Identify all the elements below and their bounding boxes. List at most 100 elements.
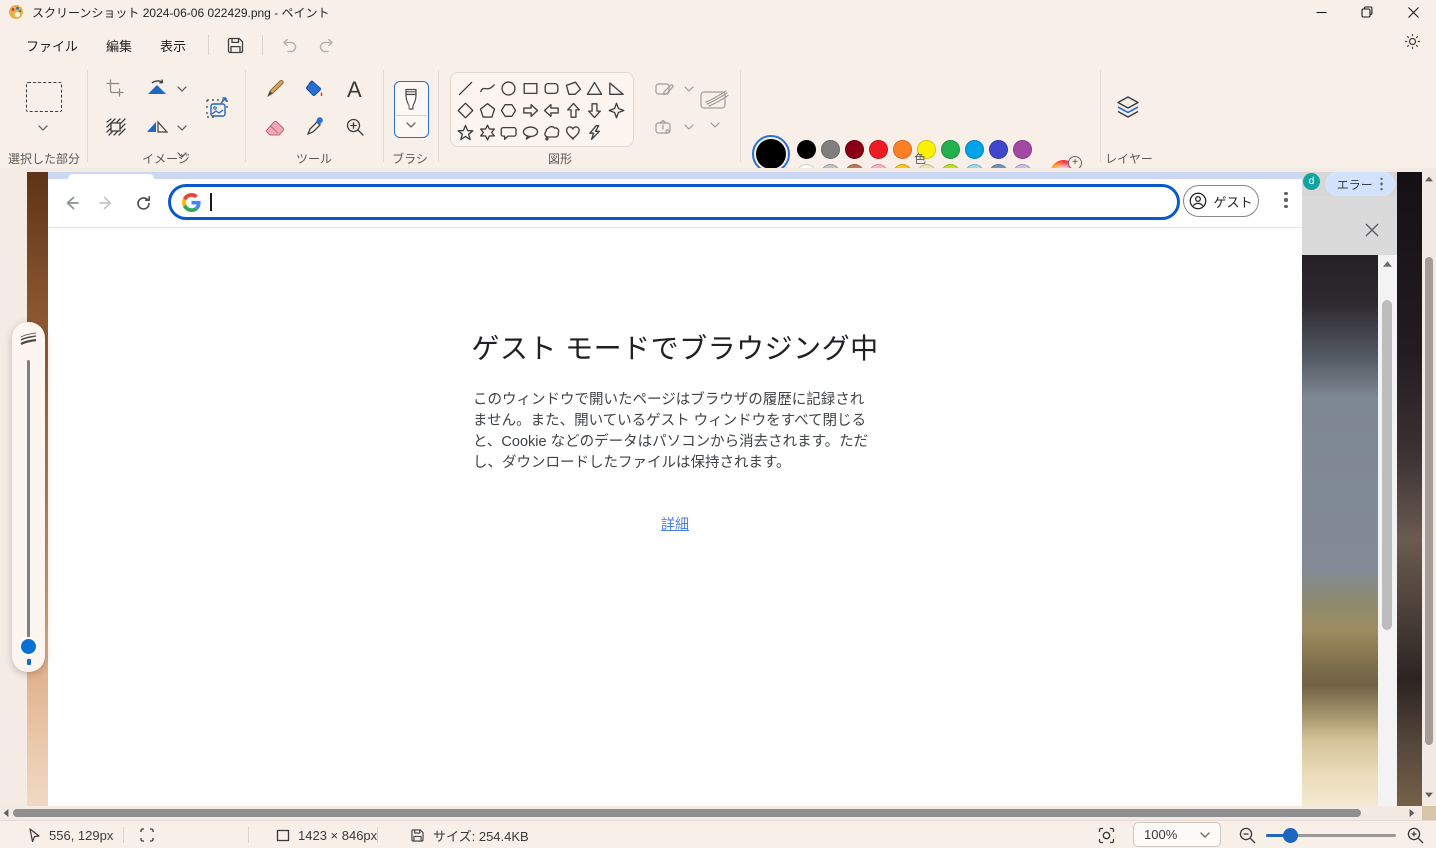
shape-thought-bubble-icon[interactable] (542, 122, 562, 142)
guest-page-heading: ゲスト モードでブラウジング中 (48, 327, 1302, 367)
scroll-up-icon[interactable] (1425, 176, 1433, 182)
shape-oval-bubble-icon[interactable] (520, 122, 540, 142)
close-button[interactable] (1390, 0, 1436, 24)
flip-icon[interactable] (146, 118, 168, 136)
menubar-separator (262, 35, 263, 55)
chrome-toolbar: ゲスト (48, 179, 1302, 228)
selection-rect-icon (26, 82, 62, 112)
zoom-slider-thumb[interactable] (1283, 828, 1298, 843)
zoom-out-button[interactable] (1238, 821, 1256, 848)
shapes-section-label: 図形 (548, 150, 572, 167)
shape-heart-icon[interactable] (563, 122, 583, 142)
shape-arrow-up-icon[interactable] (563, 100, 583, 120)
shape-five-point-star-icon[interactable] (456, 122, 476, 142)
horizontal-scroll-thumb[interactable] (13, 809, 1361, 817)
redo-button[interactable] (308, 31, 345, 60)
flip-chevron-icon[interactable] (177, 125, 187, 131)
shape-arrow-down-icon[interactable] (585, 100, 605, 120)
shape-speech-bubble-icon[interactable] (499, 122, 519, 142)
color-swatch[interactable] (989, 140, 1008, 159)
shape-ellipse-icon[interactable] (499, 78, 519, 98)
brush-button-divider (396, 115, 427, 116)
foreground-color-swatch[interactable] (756, 139, 786, 169)
selection-section-label: 選択した部分 (8, 150, 80, 167)
text-tool-icon[interactable]: A (347, 77, 362, 103)
color-swatch[interactable] (845, 140, 864, 159)
reload-icon (130, 190, 156, 216)
vertical-scrollbar[interactable] (1422, 168, 1436, 806)
shape-lightning-icon[interactable] (585, 122, 605, 142)
shape-rounded-rectangle-icon[interactable] (542, 78, 562, 98)
shape-hexagon-icon[interactable] (499, 100, 519, 120)
menu-file[interactable]: ファイル (12, 30, 92, 61)
zoom-in-button[interactable] (1406, 821, 1424, 848)
crop-icon[interactable] (106, 79, 124, 97)
undo-button[interactable] (271, 31, 308, 60)
thickness-slider-thumb[interactable] (21, 639, 36, 654)
shape-triangle-icon[interactable] (585, 78, 605, 98)
scroll-right-icon[interactable] (1409, 809, 1415, 817)
chrome-menu-kebab-icon (1274, 188, 1298, 212)
shape-arrow-right-icon[interactable] (520, 100, 540, 120)
brush-dropdown-chevron-icon[interactable] (406, 122, 416, 128)
tools-section-label: ツール (296, 150, 332, 167)
selection-dropdown-chevron-icon[interactable] (38, 125, 48, 131)
zoom-level-dropdown[interactable]: 100% (1133, 822, 1221, 847)
settings-gear-icon[interactable] (1403, 32, 1422, 51)
shape-rectangle-icon[interactable] (520, 78, 540, 98)
shape-curve-icon[interactable] (477, 78, 497, 98)
color-swatch[interactable] (893, 140, 912, 159)
background-tab-kebab-icon (1380, 178, 1383, 191)
shape-pentagon-icon[interactable] (477, 100, 497, 120)
selection-tool-button[interactable] (26, 82, 62, 112)
shape-polygon-icon[interactable] (563, 78, 583, 98)
magnifier-tool-icon[interactable] (345, 117, 365, 137)
shapes-grid (455, 77, 627, 143)
image-properties-icon[interactable] (204, 94, 232, 122)
pencil-tool-icon[interactable] (265, 79, 285, 99)
thickness-slider-tick (27, 659, 31, 665)
resize-icon[interactable] (106, 118, 126, 136)
vertical-scroll-thumb[interactable] (1425, 257, 1433, 745)
ribbon-separator (438, 70, 439, 162)
shape-arrow-left-icon[interactable] (542, 100, 562, 120)
statusbar-separator (377, 827, 378, 843)
color-swatch[interactable] (797, 140, 816, 159)
shape-line-icon[interactable] (456, 78, 476, 98)
color-swatch[interactable] (1013, 140, 1032, 159)
layers-icon[interactable] (1115, 94, 1141, 120)
menu-view[interactable]: 表示 (146, 30, 200, 61)
thickness-slider-panel (12, 322, 45, 672)
scroll-left-icon[interactable] (3, 809, 9, 817)
eraser-tool-icon[interactable] (264, 118, 286, 138)
thickness-slider-track[interactable] (27, 360, 30, 648)
color-swatch[interactable] (965, 140, 984, 159)
restore-button[interactable] (1344, 0, 1390, 24)
canvas-image[interactable]: ゲスト + ゲスト モードでブラウジング中 このウィンドウで開いたページはブラウ… (27, 172, 1422, 806)
scroll-down-icon[interactable] (1425, 792, 1433, 798)
rotate-icon[interactable] (146, 79, 168, 97)
horizontal-scrollbar[interactable] (0, 806, 1422, 820)
rotate-chevron-icon[interactable] (177, 86, 187, 92)
color-picker-tool-icon[interactable] (305, 117, 325, 137)
fill-tool-icon[interactable] (303, 79, 325, 99)
fill-dropdown-chevron-icon (684, 124, 694, 130)
color-swatch[interactable] (821, 140, 840, 159)
paint-app-icon (8, 4, 24, 20)
shape-diamond-icon[interactable] (456, 100, 476, 120)
ribbon-separator (1100, 70, 1101, 162)
shape-four-point-star-icon[interactable] (606, 100, 626, 120)
ribbon-separator (87, 70, 88, 162)
shape-six-point-star-icon[interactable] (477, 122, 497, 142)
fit-to-screen-button[interactable] (1098, 821, 1115, 848)
status-bar: 556, 129px 1423 × 846px サイズ: 254.4KB 100… (0, 820, 1436, 848)
shape-right-triangle-icon[interactable] (606, 78, 626, 98)
minimize-button[interactable] (1298, 0, 1344, 24)
menu-edit[interactable]: 編集 (92, 30, 146, 61)
color-swatch[interactable] (869, 140, 888, 159)
save-button[interactable] (217, 31, 254, 60)
ribbon-separator (245, 70, 246, 162)
color-swatch[interactable] (941, 140, 960, 159)
chrome-tabstrip (48, 172, 1302, 179)
scroll-up-icon (1383, 261, 1392, 267)
